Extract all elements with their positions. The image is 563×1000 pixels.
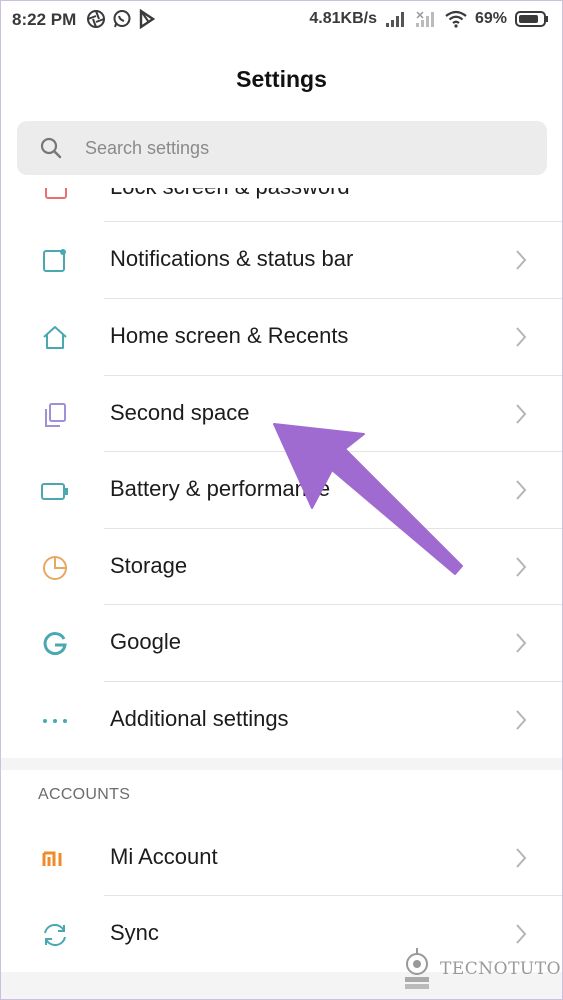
- chevron-right-icon: [516, 480, 527, 500]
- settings-item-additional[interactable]: Additional settings: [0, 682, 563, 758]
- chevron-right-icon: [516, 404, 527, 424]
- settings-item-label: Lock screen & password: [110, 188, 350, 200]
- chevron-right-icon: [516, 848, 527, 868]
- settings-item-home-screen[interactable]: Home screen & Recents: [0, 299, 563, 375]
- battery-percent: 69%: [474, 10, 507, 27]
- chevron-right-icon: [516, 327, 527, 347]
- home-icon: [43, 326, 67, 349]
- section-title-accounts: ACCOUNTS: [38, 786, 131, 803]
- signal-icon: [385, 12, 404, 27]
- watermark-logo-icon: [405, 948, 429, 989]
- more-icon: [43, 719, 67, 723]
- lock-icon: [45, 188, 67, 199]
- status-right: 4.81KB/s 69%: [309, 10, 549, 28]
- storage-icon: [43, 556, 67, 580]
- settings-item-google[interactable]: Google: [0, 605, 563, 681]
- settings-item-label: Notifications & status bar: [110, 246, 354, 271]
- battery-icon: [41, 483, 68, 500]
- notification-icon: [43, 249, 66, 272]
- chevron-right-icon: [516, 633, 527, 653]
- settings-item-label: Second space: [110, 400, 250, 425]
- settings-item-label: Battery & performance: [110, 476, 331, 501]
- settings-item-mi-account[interactable]: Mi Account: [0, 820, 563, 896]
- settings-item-label: Sync: [110, 920, 159, 945]
- settings-item-label: Home screen & Recents: [110, 323, 349, 348]
- chevron-right-icon: [516, 557, 527, 577]
- settings-item-label: Mi Account: [110, 844, 218, 869]
- settings-item-label: Storage: [110, 553, 188, 578]
- watermark: TECNOTUTO: [400, 944, 561, 994]
- chevron-right-icon: [516, 710, 527, 730]
- wifi-icon: [445, 10, 467, 28]
- play-store-icon: [139, 9, 156, 29]
- watermark-text: TECNOTUTO: [440, 959, 562, 979]
- whatsapp-icon: [113, 10, 131, 28]
- network-speed: 4.81KB/s: [309, 10, 377, 27]
- sync-icon: [44, 923, 66, 947]
- settings-item-battery[interactable]: Battery & performance: [0, 452, 563, 528]
- section-separator: [0, 758, 563, 770]
- settings-item-label: Google: [110, 629, 181, 654]
- search-bar[interactable]: Search settings: [17, 121, 547, 175]
- settings-item-storage[interactable]: Storage: [0, 529, 563, 605]
- notification-icons: [86, 9, 156, 29]
- page-title: Settings: [236, 66, 327, 92]
- settings-item-second-space[interactable]: Second space: [0, 376, 563, 452]
- settings-item-notifications[interactable]: Notifications & status bar: [0, 222, 563, 298]
- search-icon: [40, 137, 62, 159]
- search-input[interactable]: Search settings: [85, 138, 209, 159]
- settings-item-label: Additional settings: [110, 706, 289, 731]
- status-time: 8:22 PM: [12, 10, 77, 29]
- google-icon: [43, 632, 67, 655]
- battery-status-icon: [515, 11, 548, 27]
- mi-icon: [42, 851, 62, 866]
- settings-item-lock-screen[interactable]: Lock screen & password: [0, 188, 563, 222]
- second-space-icon: [45, 403, 66, 427]
- signal-empty-icon: [415, 11, 434, 27]
- chevron-right-icon: [516, 924, 527, 944]
- status-bar: 8:22 PM 4.81KB/s 69%: [0, 0, 563, 42]
- aperture-icon: [87, 10, 105, 28]
- chevron-right-icon: [516, 250, 527, 270]
